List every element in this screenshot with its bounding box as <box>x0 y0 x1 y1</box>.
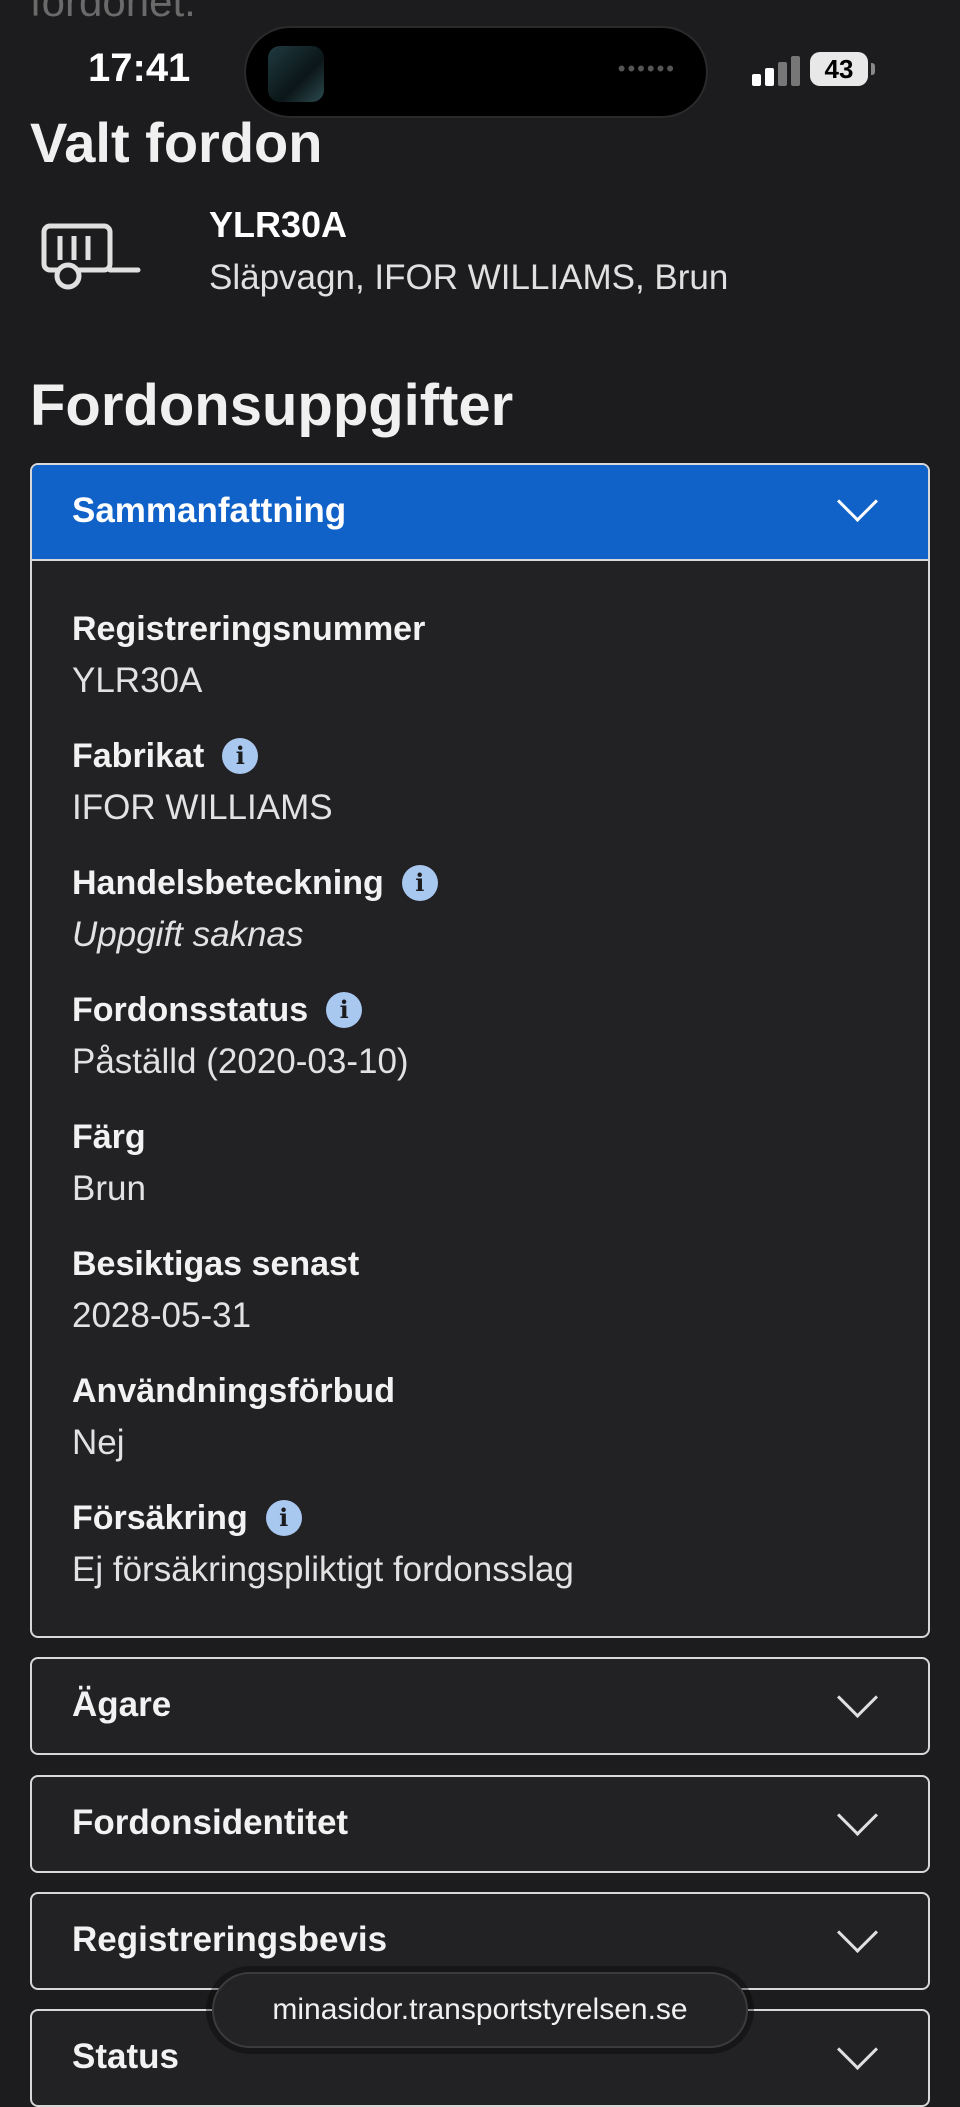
field-insurance: Försäkring i Ej försäkringspliktigt ford… <box>72 1496 574 1590</box>
clock: 17:41 <box>88 46 191 90</box>
field-registration-number: Registreringsnummer YLR30A <box>72 607 425 701</box>
info-icon[interactable]: i <box>326 992 363 1028</box>
field-label: Användningsförbud <box>72 1371 395 1410</box>
field-value: Uppgift saknas <box>72 915 304 954</box>
info-icon[interactable]: i <box>265 1500 302 1536</box>
chevron-down-icon <box>836 2028 879 2071</box>
field-label: Försäkring <box>72 1498 248 1537</box>
trailer-icon <box>41 223 141 290</box>
field-label-row: Fabrikat i <box>72 734 333 778</box>
field-value: YLR30A <box>72 661 203 700</box>
accordion-title: Fordonsidentitet <box>72 1803 349 1842</box>
field-value: Nej <box>72 1423 125 1462</box>
field-label-row: Handelsbeteckning i <box>72 861 438 905</box>
field-label: Besiktigas senast <box>72 1244 360 1283</box>
field-label-row: Försäkring i <box>72 1496 574 1540</box>
info-icon[interactable]: i <box>222 738 259 774</box>
field-label: Handelsbeteckning <box>72 863 384 902</box>
vehicle-description: Släpvagn, IFOR WILLIAMS, Brun <box>209 258 729 297</box>
field-value: Ej försäkringspliktigt fordonsslag <box>72 1550 574 1589</box>
field-label-row: Fordonsstatus i <box>72 988 409 1032</box>
summary-accordion: Sammanfattning Registreringsnummer YLR30… <box>30 463 930 1638</box>
vehicle-details-heading: Fordonsuppgifter <box>30 373 514 438</box>
chevron-down-icon <box>836 1911 879 1954</box>
chevron-down-icon <box>836 1676 879 1719</box>
field-color: Färg Brun <box>72 1115 146 1209</box>
field-vehicle-status: Fordonsstatus i Påställd (2020-03-10) <box>72 988 409 1082</box>
selected-vehicle-heading: Valt fordon <box>30 111 323 174</box>
waveform-icon: •••••• <box>617 56 676 81</box>
field-label: Registreringsnummer <box>72 609 426 648</box>
field-label: Färg <box>72 1117 146 1156</box>
cellular-signal-icon <box>752 54 800 86</box>
battery-indicator: 43 <box>810 52 868 86</box>
field-value: Brun <box>72 1169 146 1208</box>
accordion-owner[interactable]: Ägare <box>30 1657 930 1755</box>
field-value: IFOR WILLIAMS <box>72 788 333 827</box>
accordion-title: Ägare <box>72 1685 172 1724</box>
field-label: Fabrikat <box>72 736 205 775</box>
dynamic-island[interactable]: •••••• <box>244 26 708 118</box>
summary-accordion-title: Sammanfattning <box>72 491 347 530</box>
field-usage-ban: Användningsförbud Nej <box>72 1369 395 1463</box>
accordion-vehicle-identity[interactable]: Fordonsidentitet <box>30 1775 930 1873</box>
now-playing-thumbnail <box>268 46 324 102</box>
chevron-down-icon <box>836 480 879 523</box>
info-icon[interactable]: i <box>401 865 438 901</box>
accordion-title: Registreringsbevis <box>72 1920 388 1959</box>
vehicle-registration: YLR30A <box>209 204 348 245</box>
battery-cap <box>871 63 875 75</box>
summary-accordion-header[interactable]: Sammanfattning <box>32 465 928 561</box>
chevron-down-icon <box>836 1794 879 1837</box>
field-make: Fabrikat i IFOR WILLIAMS <box>72 734 333 828</box>
field-value: Påställd (2020-03-10) <box>72 1042 409 1081</box>
field-inspection-due: Besiktigas senast 2028-05-31 <box>72 1242 359 1336</box>
address-bar[interactable]: minasidor.transportstyrelsen.se <box>212 1972 748 2048</box>
field-trade-name: Handelsbeteckning i Uppgift saknas <box>72 861 438 955</box>
field-value: 2028-05-31 <box>72 1296 252 1335</box>
field-label: Fordonsstatus <box>72 990 309 1029</box>
accordion-title: Status <box>72 2037 179 2076</box>
